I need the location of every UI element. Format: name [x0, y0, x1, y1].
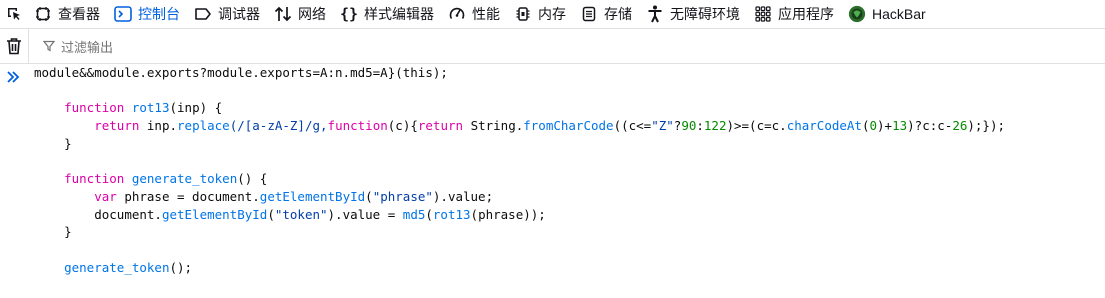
code-text: document.: [94, 206, 162, 222]
code-keyword: function: [327, 118, 388, 134]
console-code-block: module&&module.exports?module.exports=A:…: [0, 64, 1005, 276]
code-number: 122: [703, 118, 727, 134]
code-keyword: var: [94, 188, 117, 204]
code-text: String.: [470, 118, 524, 134]
tab-label: 调试器: [218, 6, 260, 22]
accessibility-icon: [646, 5, 664, 23]
code-number: 90: [681, 118, 697, 134]
code-function-call: rot13: [432, 206, 471, 222]
code-text: )?c:c-: [907, 118, 953, 134]
inspector-icon: [34, 5, 52, 23]
tab-inspector[interactable]: 查看器: [28, 0, 108, 28]
code-text: ).value;: [432, 188, 494, 204]
code-keyword: function: [64, 100, 125, 116]
devtools-toolbar: 查看器 控制台 调试器 网络 {} 样式编辑器 性能 内存 存储 无障碍环境 应…: [0, 0, 1105, 29]
tab-label: 控制台: [138, 6, 180, 22]
tab-label: 网络: [298, 6, 326, 22]
code-keyword: return: [94, 118, 140, 134]
code-keyword: function: [64, 171, 125, 187]
code-number: 13: [892, 118, 908, 134]
code-text: (: [267, 206, 275, 222]
code-function-name: rot13: [131, 100, 170, 116]
memory-icon: [514, 5, 532, 23]
code-text: }: [64, 135, 72, 151]
tab-application[interactable]: 应用程序: [748, 0, 842, 28]
network-icon: [274, 5, 292, 23]
debugger-icon: [194, 5, 212, 23]
console-icon: [114, 5, 132, 23]
tab-label: 应用程序: [778, 6, 834, 22]
code-text: )>=(c=c.: [726, 118, 787, 134]
filter-icon: [43, 40, 55, 52]
code-text: phrase = document.: [124, 188, 260, 204]
tab-label: 查看器: [58, 6, 100, 22]
tab-label: 存储: [604, 6, 632, 22]
tab-accessibility[interactable]: 无障碍环境: [640, 0, 748, 28]
code-text: (phrase));: [470, 206, 546, 222]
code-keyword: return: [417, 118, 464, 134]
code-text: () {: [237, 171, 268, 187]
code-text: ).value =: [327, 206, 403, 222]
tab-network[interactable]: 网络: [268, 0, 334, 28]
code-number: 0: [869, 118, 878, 134]
code-text: (: [425, 206, 433, 222]
code-text: (: [365, 188, 373, 204]
tab-label: 内存: [538, 6, 566, 22]
trash-icon: [7, 38, 21, 55]
code-text: (c){: [387, 118, 418, 134]
element-picker-button[interactable]: [0, 0, 28, 28]
tab-label: 无障碍环境: [670, 6, 740, 22]
code-text: :: [696, 118, 704, 134]
code-text: inp.: [146, 118, 178, 134]
filter-placeholder: 过滤输出: [61, 39, 114, 55]
filter-output-input[interactable]: 过滤输出: [29, 37, 113, 56]
code-method: fromCharCode: [523, 118, 614, 134]
code-text: );});: [967, 118, 1006, 134]
code-method: getElementById: [259, 188, 366, 204]
performance-icon: [448, 5, 466, 23]
tab-hackbar[interactable]: HackBar: [842, 0, 934, 28]
code-text: (: [861, 118, 870, 134]
tab-style-editor[interactable]: {} 样式编辑器: [334, 0, 442, 28]
code-text: ((c<=: [613, 118, 652, 134]
storage-icon: [580, 5, 598, 23]
code-line: module&&module.exports?module.exports=A:…: [34, 65, 448, 80]
code-function-call: generate_token: [64, 259, 170, 275]
element-picker-icon: [8, 8, 20, 20]
code-method: replace: [177, 118, 230, 134]
code-number: 26: [952, 118, 968, 134]
application-icon: [754, 5, 772, 23]
tab-performance[interactable]: 性能: [442, 0, 508, 28]
tab-console[interactable]: 控制台: [108, 0, 188, 28]
code-method: getElementById: [161, 206, 268, 222]
code-string: "Z": [651, 118, 674, 134]
code-method: charCodeAt: [786, 118, 862, 134]
code-text: (inp) {: [169, 100, 223, 116]
tab-label: 性能: [472, 6, 500, 22]
tab-debugger[interactable]: 调试器: [188, 0, 268, 28]
tab-storage[interactable]: 存储: [574, 0, 640, 28]
code-regex: (/[a-zA-Z]/g,: [229, 118, 328, 134]
code-string: "token": [274, 206, 328, 222]
tab-label: HackBar: [872, 6, 926, 22]
tab-label: 样式编辑器: [364, 6, 434, 22]
code-text: )+: [877, 118, 893, 134]
code-function-call: md5: [402, 206, 426, 222]
style-editor-icon: {}: [339, 5, 359, 23]
code-text: }: [64, 224, 72, 240]
code-string: "phrase": [372, 188, 433, 204]
tab-memory[interactable]: 内存: [508, 0, 574, 28]
code-function-name: generate_token: [131, 171, 238, 187]
console-filter-bar: 过滤输出: [0, 29, 1105, 64]
hackbar-icon: [848, 5, 866, 23]
code-text: ();: [169, 259, 193, 275]
clear-console-button[interactable]: [0, 29, 29, 63]
